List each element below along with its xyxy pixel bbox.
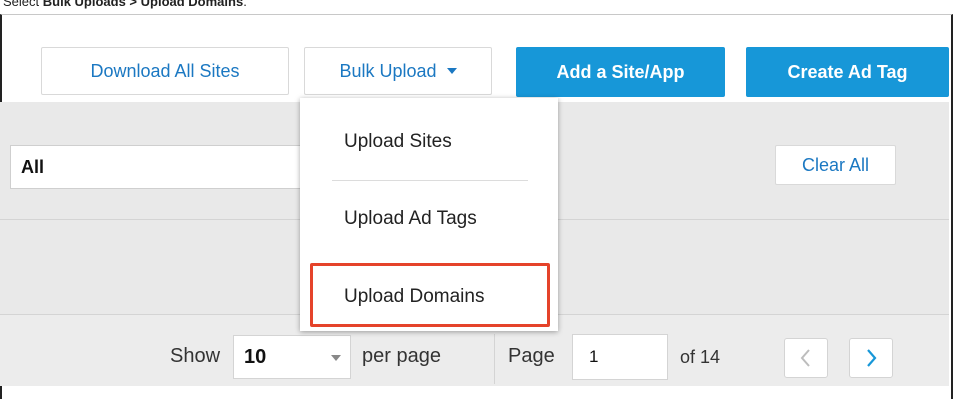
- clear-all-label: Clear All: [801, 154, 870, 175]
- previous-page-button[interactable]: [784, 338, 828, 378]
- add-site-app-label: Add a Site/App: [556, 61, 685, 82]
- next-page-button[interactable]: [849, 338, 893, 378]
- status-filter-value: All: [21, 156, 45, 177]
- chevron-left-icon: [800, 349, 810, 367]
- status-filter-select[interactable]: All: [10, 145, 310, 189]
- caption-suffix: .: [243, 0, 247, 9]
- per-page-value: 10: [244, 345, 267, 368]
- menu-item-upload-sites[interactable]: Upload Sites: [300, 131, 558, 153]
- page-number-input[interactable]: 1: [572, 334, 668, 380]
- instruction-caption: Select Bulk Uploads > Upload Domains.: [3, 0, 247, 9]
- download-all-sites-label: Download All Sites: [90, 60, 240, 81]
- bulk-upload-button[interactable]: Bulk Upload: [304, 47, 492, 95]
- bulk-upload-label: Bulk Upload: [339, 60, 437, 81]
- chevron-right-icon: [867, 349, 877, 367]
- show-label: Show: [170, 345, 221, 367]
- add-site-app-button[interactable]: Add a Site/App: [516, 47, 725, 97]
- caption-emphasis: Bulk Uploads > Upload Domains: [42, 0, 244, 9]
- create-ad-tag-label: Create Ad Tag: [787, 61, 908, 82]
- clear-all-button[interactable]: Clear All: [775, 145, 896, 185]
- menu-item-upload-sites-label: Upload Sites: [344, 131, 452, 152]
- per-page-caret-icon: [331, 355, 341, 361]
- menu-item-upload-ad-tags[interactable]: Upload Ad Tags: [300, 208, 558, 230]
- pagination-divider: [494, 334, 495, 384]
- highlight-box: [310, 263, 550, 327]
- page-label: Page: [508, 345, 555, 367]
- create-ad-tag-button[interactable]: Create Ad Tag: [746, 47, 949, 97]
- menu-item-upload-ad-tags-label: Upload Ad Tags: [344, 208, 477, 229]
- page-number-value: 1: [589, 347, 599, 366]
- download-all-sites-button[interactable]: Download All Sites: [41, 47, 289, 95]
- caret-down-icon: [446, 68, 457, 74]
- menu-divider: [332, 180, 528, 181]
- page-count-label: of 14: [680, 347, 721, 367]
- per-page-label: per page: [362, 345, 441, 367]
- caption-prefix: Select: [3, 0, 43, 9]
